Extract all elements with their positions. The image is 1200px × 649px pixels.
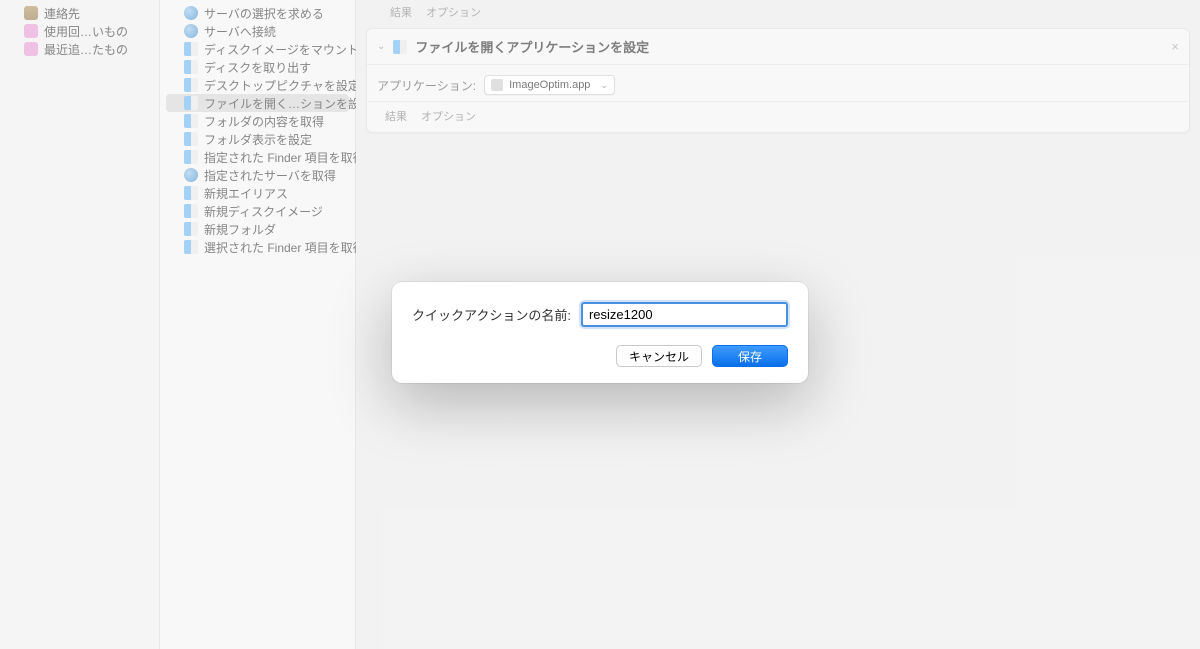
save-dialog: クイックアクションの名前: キャンセル 保存 [392, 282, 808, 383]
quick-action-name-input[interactable] [581, 302, 788, 327]
quick-action-name-label: クイックアクションの名前: [412, 305, 571, 324]
modal-overlay: クイックアクションの名前: キャンセル 保存 [0, 0, 1200, 649]
save-button[interactable]: 保存 [712, 345, 788, 367]
cancel-button[interactable]: キャンセル [616, 345, 702, 367]
